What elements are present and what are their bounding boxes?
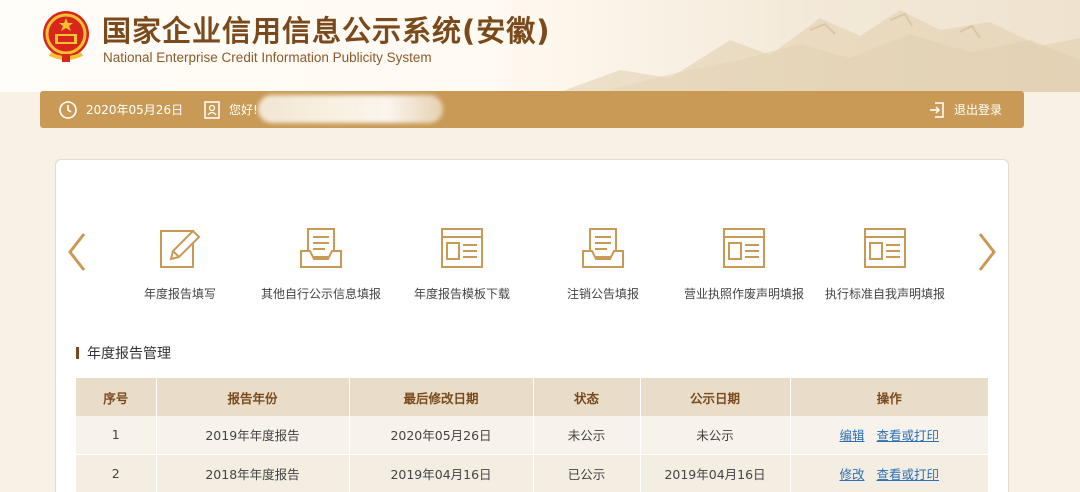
- logout-icon: [929, 101, 944, 118]
- func-annual-report-fill[interactable]: 年度报告填写: [110, 225, 250, 302]
- column-header: 报告年份: [156, 378, 350, 416]
- cell-year: 2018年年度报告: [156, 454, 350, 492]
- user-id-icon: [204, 100, 220, 119]
- template-icon: [864, 228, 906, 268]
- func-template-download[interactable]: 年度报告模板下载: [392, 225, 532, 302]
- view-print-link[interactable]: 查看或打印: [876, 467, 939, 482]
- main-panel: 年度报告填写 其他自行公示信息填报 年度报告模板下载 注销公告填报 营业执照作废…: [55, 159, 1009, 492]
- func-cancellation-notice[interactable]: 注销公告填报: [533, 225, 673, 302]
- document-tray-icon: [582, 228, 624, 268]
- cell-status: 已公示: [533, 454, 641, 492]
- site-header: 国家企业信用信息公示系统(安徽) National Enterprise Cre…: [0, 0, 1080, 92]
- func-label: 年度报告模板下载: [413, 287, 510, 301]
- national-emblem-icon: [43, 11, 89, 62]
- modify-link[interactable]: 修改: [839, 467, 864, 482]
- cell-publish-date: 未公示: [640, 416, 791, 455]
- edit-link[interactable]: 编辑: [839, 428, 864, 443]
- column-header: 最后修改日期: [349, 378, 534, 416]
- logout-label: 退出登录: [953, 103, 1002, 117]
- table-header-row: 序号 报告年份 最后修改日期 状态 公示日期 操作: [76, 378, 988, 416]
- redacted-username: [258, 95, 443, 123]
- section-title: 年度报告管理: [76, 343, 171, 363]
- carousel-next-arrow-icon[interactable]: [972, 230, 1002, 274]
- column-header: 序号: [76, 378, 157, 416]
- cell-actions: 编辑 查看或打印: [790, 416, 988, 455]
- cell-publish-date: 2019年04月16日: [640, 454, 791, 492]
- current-date: 2020年05月26日: [58, 91, 183, 128]
- func-label: 年度报告填写: [143, 287, 216, 301]
- column-header: 公示日期: [640, 378, 791, 416]
- document-tray-icon: [300, 228, 342, 268]
- mountain-landscape-decoration: [560, 10, 1080, 92]
- site-subtitle: National Enterprise Credit Information P…: [103, 50, 432, 65]
- column-header: 操作: [790, 378, 988, 416]
- func-other-disclosure[interactable]: 其他自行公示信息填报: [251, 225, 391, 302]
- cell-status: 未公示: [533, 416, 641, 455]
- cell-modified: 2019年04月16日: [349, 454, 534, 492]
- date-text: 2020年05月26日: [86, 103, 184, 117]
- table-row: 1 2019年年度报告 2020年05月26日 未公示 未公示 编辑 查看或打印: [76, 416, 988, 455]
- pencil-edit-icon: [160, 229, 201, 268]
- func-standard-self-statement[interactable]: 执行标准自我声明填报: [815, 225, 955, 302]
- template-icon: [723, 228, 765, 268]
- user-greeting: 您好!: [203, 91, 258, 128]
- site-title: 国家企业信用信息公示系统(安徽): [102, 14, 551, 48]
- clock-icon: [59, 100, 77, 119]
- annual-report-table: 序号 报告年份 最后修改日期 状态 公示日期 操作 1 2019年年度报告 20…: [76, 378, 988, 492]
- view-print-link[interactable]: 查看或打印: [876, 428, 939, 443]
- logout-button[interactable]: 退出登录: [928, 91, 1002, 128]
- cell-index: 2: [76, 454, 157, 492]
- func-label: 其他自行公示信息填报: [260, 287, 381, 301]
- cell-actions: 修改 查看或打印: [790, 454, 988, 492]
- template-icon: [441, 228, 483, 268]
- carousel-prev-arrow-icon[interactable]: [62, 230, 92, 274]
- user-info-bar: 2020年05月26日 您好! 退出登录: [40, 91, 1024, 128]
- cell-index: 1: [76, 416, 157, 455]
- func-label: 执行标准自我声明填报: [824, 287, 945, 301]
- column-header: 状态: [533, 378, 641, 416]
- table-row: 2 2018年年度报告 2019年04月16日 已公示 2019年04月16日 …: [76, 454, 988, 492]
- greeting-text: 您好!: [229, 103, 258, 117]
- func-label: 营业执照作废声明填报: [683, 287, 804, 301]
- func-label: 注销公告填报: [566, 287, 639, 301]
- cell-year: 2019年年度报告: [156, 416, 350, 455]
- cell-modified: 2020年05月26日: [349, 416, 534, 455]
- func-license-void-statement[interactable]: 营业执照作废声明填报: [674, 225, 814, 302]
